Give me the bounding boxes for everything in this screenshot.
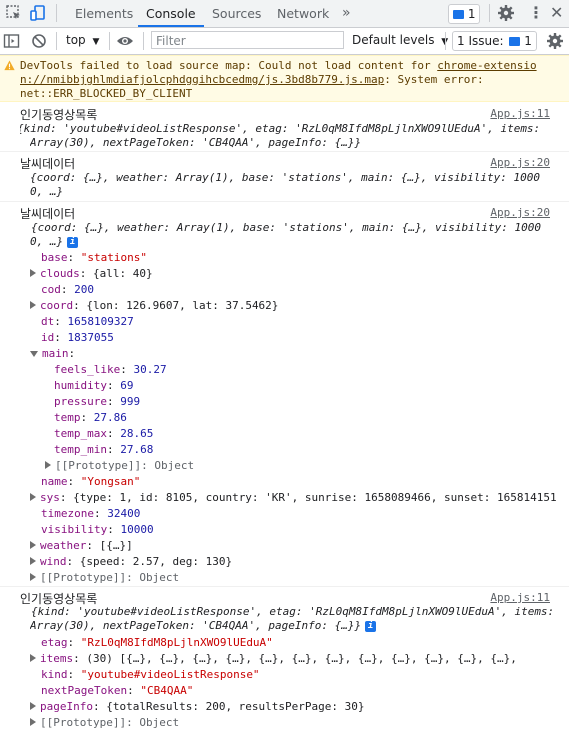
prop-main[interactable]: main: [30, 347, 569, 360]
info-icon[interactable]: i [67, 236, 79, 248]
log-levels-dropdown[interactable]: Default levels ▼ [352, 33, 448, 47]
prop-sys[interactable]: sys: {type: 1, id: 8105, country: 'KR', … [30, 491, 569, 504]
tab-console[interactable]: Console [138, 0, 204, 27]
source-map-link[interactable]: chrome-extensio [437, 59, 536, 72]
console-log-entry: 인기동영상목록 App.js:11 {kind: 'youtube#videoL… [0, 103, 569, 152]
console-log-entry: 날씨데이터 App.js:20 {coord: {…}, weather: Ar… [0, 152, 569, 202]
source-link[interactable]: App.js:20 [490, 156, 550, 169]
prop-humidity: humidity: 69 [54, 379, 134, 392]
object-preview[interactable]: {coord: {…}, weather: Array(1), base: 's… [30, 221, 569, 234]
source-link[interactable]: App.js:11 [490, 107, 550, 120]
info-icon[interactable]: i [365, 620, 377, 632]
object-preview[interactable]: {kind: 'youtube#videoListResponse', etag… [20, 122, 569, 135]
prop-weather[interactable]: weather: [{…}] [30, 539, 569, 552]
more-tabs-icon[interactable]: » [334, 0, 359, 27]
prop-items[interactable]: items: (30) [{…}, {…}, {…}, {…}, {…}, {…… [30, 652, 569, 665]
prop-kind: kind: "youtube#videoListResponse" [41, 668, 260, 681]
prop-feels-like: feels_like: 30.27 [54, 363, 167, 376]
source-link[interactable]: App.js:20 [490, 206, 550, 219]
dropdown-arrow-icon: ▼ [92, 37, 100, 47]
warning-message: DevTools failed to load source map: Coul… [0, 55, 569, 102]
devtools-tabbar: Elements Console Sources Network » 1 ⋮ ✕ [0, 0, 569, 28]
tab-elements[interactable]: Elements [67, 0, 141, 27]
prop-id: id: 1837055 [41, 331, 114, 344]
prop-wind[interactable]: wind: {speed: 2.57, deg: 130} [30, 555, 569, 568]
source-link[interactable]: App.js:11 [490, 591, 550, 604]
console-log-entry-expanded: 인기동영상목록 App.js:11 {kind: 'youtube#videoL… [0, 587, 569, 733]
tab-sources[interactable]: Sources [204, 0, 269, 27]
object-preview-cont: 0, …} [30, 185, 64, 198]
prop-base: base: "stations" [41, 251, 147, 264]
prop-cod: cod: 200 [41, 283, 94, 296]
object-preview-cont: 0, …} i [30, 235, 569, 248]
clear-console-icon[interactable] [30, 32, 48, 50]
object-preview-cont: Array(30), nextPageToken: 'CB4QAA', page… [30, 619, 569, 632]
message-icon [453, 10, 464, 19]
messages-badge[interactable]: 1 [448, 4, 481, 24]
log-label: 날씨데이터 [20, 207, 76, 221]
console-toolbar: top ▼ Filter Default levels ▼ 1 Issue: 1 [0, 28, 569, 55]
prop-next-page-token: nextPageToken: "CB4QAA" [41, 684, 194, 697]
prop-page-info[interactable]: pageInfo: {totalResults: 200, resultsPer… [30, 700, 569, 713]
log-label: 인기동영상목록 [20, 108, 98, 122]
issue-icon [509, 37, 521, 46]
source-map-link-cont[interactable]: n://nmibbjghlmdiafjolcphdggihcbcedmg/js.… [20, 73, 384, 86]
prop-main-prototype[interactable]: [[Prototype]]: Object [45, 459, 569, 472]
tab-network[interactable]: Network [269, 0, 337, 27]
console-log-entry-expanded: 날씨데이터 App.js:20 {coord: {…}, weather: Ar… [0, 202, 569, 587]
filter-input[interactable]: Filter [151, 31, 344, 49]
prop-temp: temp: 27.86 [54, 411, 127, 424]
eye-icon[interactable] [116, 32, 134, 50]
settings-gear-icon[interactable] [497, 4, 515, 22]
inspect-element-icon[interactable] [5, 4, 23, 22]
prop-prototype[interactable]: [[Prototype]]: Object [30, 571, 569, 584]
device-toolbar-icon[interactable] [29, 4, 47, 22]
object-preview[interactable]: {coord: {…}, weather: Array(1), base: 's… [30, 171, 569, 184]
object-preview-cont: Array(30), nextPageToken: 'CB4QAA', page… [30, 136, 362, 149]
log-label: 날씨데이터 [20, 157, 76, 171]
context-selector[interactable]: top ▼ [66, 33, 99, 47]
prop-temp-min: temp_min: 27.68 [54, 443, 154, 456]
more-options-icon[interactable]: ⋮ [528, 3, 544, 22]
prop-pressure: pressure: 999 [54, 395, 141, 408]
prop-etag: etag: "RzL0qM8IfdM8pLjlnXWO9lUEduA" [41, 636, 273, 649]
prop-dt: dt: 1658109327 [41, 315, 134, 328]
warning-icon [4, 60, 15, 71]
prop-coord[interactable]: coord: {lon: 126.9607, lat: 37.5462} [30, 299, 569, 312]
warning-error-text: net::ERR_BLOCKED_BY_CLIENT [20, 87, 193, 100]
prop-timezone: timezone: 32400 [41, 507, 141, 520]
issues-button[interactable]: 1 Issue: 1 [452, 31, 537, 51]
prop-clouds[interactable]: clouds: {all: 40} [30, 267, 569, 280]
prop-prototype[interactable]: [[Prototype]]: Object [30, 716, 569, 729]
prop-visibility: visibility: 10000 [41, 523, 154, 536]
console-settings-gear-icon[interactable] [546, 32, 564, 50]
close-icon[interactable]: ✕ [550, 3, 563, 22]
sidebar-toggle-icon[interactable] [3, 32, 21, 50]
object-preview[interactable]: {kind: 'youtube#videoListResponse', etag… [30, 605, 569, 618]
prop-name: name: "Yongsan" [41, 475, 141, 488]
prop-temp-max: temp_max: 28.65 [54, 427, 154, 440]
